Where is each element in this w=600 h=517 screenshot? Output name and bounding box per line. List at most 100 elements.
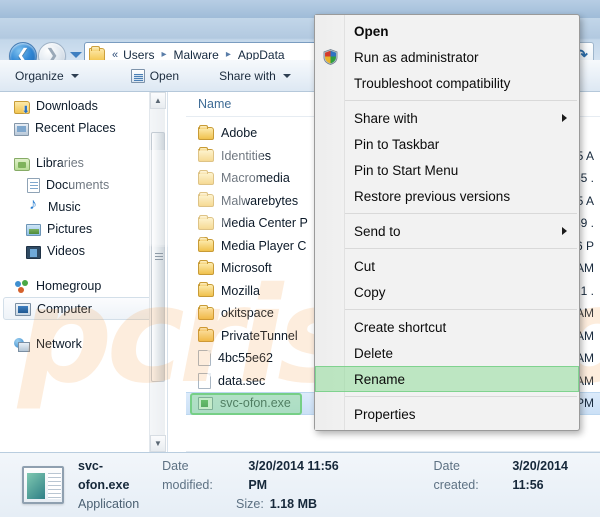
- file-name: Microsoft: [221, 261, 272, 276]
- details-text: svc-ofon.exe Date modified: 3/20/2014 11…: [78, 457, 600, 514]
- menu-item-label: Copy: [354, 284, 386, 300]
- menu-item-label: Cut: [354, 258, 376, 274]
- file-name: Media Center P: [221, 216, 308, 231]
- context-menu-item-pin-to-start-menu[interactable]: Pin to Start Menu: [315, 157, 579, 183]
- context-menu-item-properties[interactable]: Properties: [315, 401, 579, 427]
- context-menu-item-rename[interactable]: Rename: [315, 366, 579, 392]
- documents-icon: [27, 178, 40, 193]
- open-button[interactable]: Open: [122, 64, 188, 88]
- menu-item-label: Troubleshoot compatibility: [354, 75, 511, 91]
- context-menu-item-open[interactable]: Open: [315, 18, 579, 44]
- menu-item-label: Pin to Taskbar: [354, 136, 440, 152]
- folder-icon: [198, 169, 214, 185]
- navigation-tree: Downloads Recent Places Libraries Docume…: [0, 92, 167, 355]
- sidebar-item-homegroup[interactable]: Homegroup: [0, 275, 167, 297]
- sidebar-item-libraries[interactable]: Libraries: [0, 152, 167, 174]
- file-name: okitspace: [221, 306, 274, 321]
- sidebar-item-label: Libraries: [36, 156, 84, 170]
- homegroup-icon: [14, 278, 30, 294]
- submenu-arrow-icon: [562, 114, 567, 122]
- folder-icon: [198, 327, 214, 343]
- libraries-icon: [14, 157, 30, 171]
- folder-icon: [198, 237, 214, 253]
- scroll-down-arrow-icon[interactable]: ▼: [150, 435, 166, 452]
- chevron-down-icon: [282, 73, 291, 78]
- context-menu-item-pin-to-taskbar[interactable]: Pin to Taskbar: [315, 131, 579, 157]
- application-file-icon: [22, 466, 64, 504]
- file-name: svc-ofon.exe: [220, 396, 291, 411]
- column-header-label: Name: [198, 97, 232, 111]
- menu-separator: [345, 309, 577, 310]
- folder-icon: [198, 124, 214, 140]
- sidebar-item-label: Downloads: [36, 99, 98, 113]
- network-icon: [14, 337, 30, 352]
- menu-item-label: Rename: [354, 371, 406, 387]
- sidebar-item-music[interactable]: Music: [0, 196, 167, 218]
- context-menu-item-restore-previous-versions[interactable]: Restore previous versions: [315, 183, 579, 209]
- scrollbar-thumb[interactable]: [151, 132, 165, 382]
- downloads-folder-icon: [14, 100, 30, 116]
- file-icon: [198, 350, 211, 367]
- menu-separator: [345, 213, 577, 214]
- context-menu-item-delete[interactable]: Delete: [315, 340, 579, 366]
- details-file-type: Application: [78, 496, 140, 511]
- sidebar-item-label: Homegroup: [36, 279, 102, 293]
- file-name: data.sec: [218, 373, 266, 388]
- breadcrumb-separator-icon: ▸: [225, 49, 231, 60]
- details-date-modified-label: Date modified:: [162, 458, 213, 492]
- menu-item-label: Delete: [354, 345, 394, 361]
- sidebar-item-computer[interactable]: Computer: [3, 297, 163, 320]
- folder-icon: [198, 304, 214, 320]
- context-menu-item-troubleshoot-compatibility[interactable]: Troubleshoot compatibility: [315, 70, 579, 96]
- sidebar-item-recent-places[interactable]: Recent Places: [0, 117, 167, 139]
- videos-icon: [26, 245, 41, 259]
- scrollbar-grip-icon: [155, 253, 163, 261]
- context-menu-item-share-with[interactable]: Share with: [315, 105, 579, 131]
- file-name: Identities: [221, 148, 272, 163]
- navigation-pane: Downloads Recent Places Libraries Docume…: [0, 92, 168, 452]
- recent-pages-dropdown[interactable]: [70, 52, 82, 58]
- music-icon: [26, 197, 42, 215]
- menu-item-label: Properties: [354, 406, 416, 422]
- sidebar-item-pictures[interactable]: Pictures: [0, 218, 167, 240]
- computer-icon: [15, 303, 31, 316]
- sidebar-item-label: Documents: [46, 178, 110, 192]
- folder-icon: [198, 282, 214, 298]
- details-date-modified-value: 3/20/2014 11:56 PM: [248, 458, 339, 492]
- breadcrumb-overflow-chevrons[interactable]: «: [110, 49, 120, 61]
- context-menu: Open Run as administrator Troubleshoot c…: [314, 14, 580, 431]
- sidebar-item-downloads[interactable]: Downloads: [0, 95, 167, 117]
- file-name: 4bc55e62: [218, 351, 273, 366]
- scroll-up-arrow-icon[interactable]: ▲: [150, 92, 166, 109]
- file-name: Macromedia: [221, 171, 290, 186]
- organize-label: Organize: [15, 68, 64, 83]
- details-pane: svc-ofon.exe Date modified: 3/20/2014 11…: [0, 452, 600, 517]
- menu-separator: [345, 396, 577, 397]
- details-date-created-value: 3/20/2014 11:56: [512, 458, 568, 492]
- menu-item-label: Open: [354, 23, 389, 39]
- context-menu-item-copy[interactable]: Copy: [315, 279, 579, 305]
- uac-shield-icon: [323, 49, 338, 65]
- file-icon: [198, 372, 211, 389]
- file-name: Mozilla: [221, 283, 260, 298]
- menu-item-label: Send to: [354, 223, 401, 239]
- details-file-name: svc-ofon.exe: [78, 458, 130, 492]
- organize-button[interactable]: Organize: [6, 64, 88, 88]
- chevron-down-icon: [70, 73, 79, 78]
- open-file-icon: [130, 68, 145, 83]
- sidebar-item-network[interactable]: Network: [0, 333, 167, 355]
- exe-icon: [198, 396, 213, 410]
- context-menu-item-create-shortcut[interactable]: Create shortcut: [315, 314, 579, 340]
- share-with-button[interactable]: Share with: [210, 64, 300, 88]
- sidebar-item-documents[interactable]: Documents: [0, 174, 167, 196]
- sidebar-item-videos[interactable]: Videos: [0, 240, 167, 262]
- sidebar-item-label: Music: [48, 200, 81, 214]
- file-name: Media Player C: [221, 238, 307, 253]
- context-menu-item-run-as-administrator[interactable]: Run as administrator: [315, 44, 579, 70]
- context-menu-item-send-to[interactable]: Send to: [315, 218, 579, 244]
- share-with-label: Share with: [219, 68, 276, 83]
- folder-icon: [198, 147, 214, 163]
- context-menu-item-cut[interactable]: Cut: [315, 253, 579, 279]
- sidebar-item-label: Network: [36, 337, 82, 351]
- navigation-pane-scrollbar[interactable]: ▲ ▼: [149, 92, 166, 452]
